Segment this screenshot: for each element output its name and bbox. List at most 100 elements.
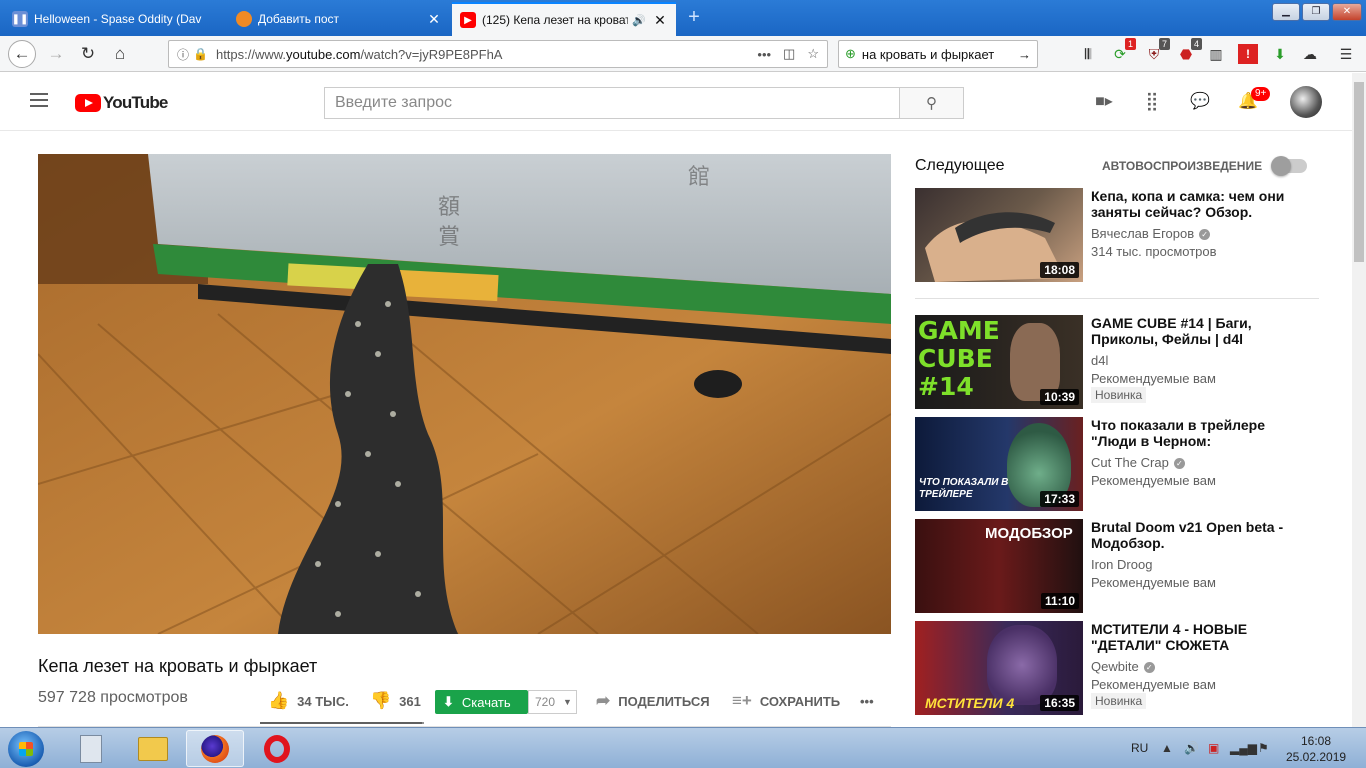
download-button[interactable]: ⬇ Скачать — [435, 690, 528, 714]
speaker-icon[interactable]: 🔊 — [632, 14, 646, 27]
reload-button[interactable]: ↻ — [74, 40, 102, 68]
share-button[interactable]: ➦ ПОДЕЛИТЬСЯ — [596, 690, 710, 712]
recommended-video[interactable]: МСТИТЕЛИ 4 16:35 МСТИТЕЛИ 4 - НОВЫЕ "ДЕТ… — [915, 621, 1325, 715]
tab-close-icon[interactable]: ✕ — [652, 12, 668, 29]
quality-value: 720 — [535, 695, 556, 709]
language-indicator[interactable]: RU — [1131, 741, 1148, 755]
search-go-icon[interactable]: → — [1018, 47, 1031, 62]
youtube-logo[interactable]: YouTube — [75, 93, 168, 113]
home-button[interactable]: ⌂ — [106, 40, 134, 68]
video-meta: Рекомендуемые вам — [1091, 677, 1216, 692]
info-icon[interactable]: ⓘ — [177, 46, 189, 63]
bookmark-star-icon[interactable]: ☆ — [807, 46, 819, 62]
sync-icon[interactable]: ☁ — [1300, 44, 1320, 64]
start-button[interactable] — [8, 731, 44, 767]
channel-name[interactable]: Вячеслав Егоров ✓ — [1091, 226, 1211, 241]
video-thumbnail[interactable]: 18:08 — [915, 188, 1083, 282]
browser-search-field[interactable]: ⊕ на кровать и фыркает → — [838, 40, 1038, 68]
extension-badge: 1 — [1124, 38, 1136, 50]
browser-nav-bar: ← → ↻ ⌂ ⓘ 🔒 https://www.youtube.com/watc… — [0, 36, 1366, 72]
thumbs-down-icon: 👎 — [370, 691, 392, 710]
channel-name[interactable]: d4l — [1091, 353, 1108, 368]
network-error-icon[interactable]: ▣ — [1208, 741, 1219, 755]
video-thumbnail[interactable]: МСТИТЕЛИ 4 16:35 — [915, 621, 1083, 715]
recommended-title[interactable]: МСТИТЕЛИ 4 - НОВЫЕ "ДЕТАЛИ" СЮЖЕТА — [1091, 621, 1291, 653]
recommended-video[interactable]: GAME CUBE #14 10:39 GAME CUBE #14 | Баги… — [915, 315, 1325, 409]
taskbar-explorer[interactable] — [124, 730, 182, 767]
video-duration: 16:35 — [1040, 695, 1079, 711]
new-tab-button[interactable]: + — [682, 6, 706, 30]
channel-name[interactable]: Qewbite ✓ — [1091, 659, 1155, 674]
save-button[interactable]: ≡+ СОХРАНИТЬ — [732, 690, 840, 712]
address-bar[interactable]: ⓘ 🔒 https://www.youtube.com/watch?v=jyR9… — [168, 40, 828, 68]
apps-grid-icon[interactable]: ⣿ — [1140, 89, 1164, 113]
download-label: Скачать — [461, 694, 511, 710]
verified-check-icon: ✓ — [1173, 458, 1185, 469]
signal-icon[interactable]: ▂▄▆ — [1230, 741, 1257, 755]
tab-helloween[interactable]: ❚❚ Helloween - Spase Oddity (Dav — [4, 2, 226, 36]
clock[interactable]: 16:08 25.02.2019 — [1286, 733, 1346, 765]
chevron-down-icon: ▼ — [563, 697, 572, 707]
recommended-title[interactable]: Кепа, копа и самка: чем они заняты сейча… — [1091, 188, 1291, 220]
download-helper-icon[interactable]: ⬇ — [1270, 44, 1290, 64]
video-thumbnail[interactable]: МОДОБЗОР 11:10 — [915, 519, 1083, 613]
pause-icon: ❚❚ — [12, 11, 28, 27]
close-window-button[interactable]: ✕ — [1332, 3, 1362, 21]
sidebar-icon[interactable]: ▥ — [1206, 44, 1226, 64]
sentiment-bar — [260, 722, 424, 724]
channel-name[interactable]: Cut The Crap ✓ — [1091, 455, 1185, 470]
back-button[interactable]: ← — [8, 40, 36, 68]
adblock-icon[interactable]: ⬣ 4 — [1176, 38, 1202, 64]
recommended-video[interactable]: ЧТО ПОКАЗАЛИ В ТРЕЙЛЕРЕ 17:33 Что показа… — [915, 417, 1325, 511]
thumbnail-text: ЧТО ПОКАЗАЛИ В ТРЕЙЛЕРЕ — [919, 477, 1009, 500]
video-duration: 18:08 — [1040, 262, 1079, 278]
forward-button[interactable]: → — [42, 40, 70, 68]
minimize-button[interactable]: ▁ — [1272, 3, 1300, 21]
autoplay-toggle[interactable] — [1271, 156, 1307, 176]
page-scrollbar-thumb[interactable] — [1354, 82, 1364, 262]
action-center-icon[interactable]: ⚑ — [1258, 741, 1269, 755]
recommended-title[interactable]: Brutal Doom v21 Open beta - Модобзор. — [1091, 519, 1291, 551]
avatar[interactable] — [1290, 86, 1322, 118]
tray-expand-icon[interactable]: ▲ — [1161, 741, 1173, 755]
quality-select[interactable]: 720 ▼ — [528, 690, 577, 714]
video-thumbnail[interactable]: GAME CUBE #14 10:39 — [915, 315, 1083, 409]
youtube-search-input[interactable]: Введите запрос — [324, 87, 900, 119]
video-thumbnail[interactable]: ЧТО ПОКАЗАЛИ В ТРЕЙЛЕРЕ 17:33 — [915, 417, 1083, 511]
create-video-icon[interactable]: ■▸ — [1092, 89, 1116, 113]
thumbnail-text: GAME CUBE #14 — [918, 316, 1000, 401]
channel-name[interactable]: Iron Droog — [1091, 557, 1152, 572]
messages-icon[interactable]: 💬 — [1188, 89, 1212, 113]
library-icon[interactable]: 𝄃𝄃 — [1078, 44, 1098, 64]
ublock-icon[interactable]: ⛨ 7 — [1144, 38, 1170, 64]
tab-add-post[interactable]: Добавить пост ✕ — [228, 2, 450, 36]
extension-icon[interactable]: ⟳ 1 — [1110, 38, 1136, 64]
maximize-button[interactable]: ❐ — [1302, 3, 1330, 21]
recommended-video[interactable]: МОДОБЗОР 11:10 Brutal Doom v21 Open beta… — [915, 519, 1325, 613]
youtube-favicon-icon: ▶ — [460, 12, 476, 28]
extension-badge: 7 — [1158, 38, 1170, 50]
volume-icon[interactable]: 🔊 — [1184, 741, 1199, 755]
youtube-search-button[interactable]: ⚲ — [899, 87, 964, 119]
video-player[interactable]: 額賞 館 — [38, 154, 891, 634]
alert-extension-icon[interactable]: ! — [1238, 44, 1258, 64]
taskbar-opera[interactable] — [248, 730, 306, 767]
recommended-title[interactable]: Что показали в трейлере "Люди в Черном: — [1091, 417, 1291, 449]
taskbar-calculator[interactable] — [62, 730, 120, 767]
like-button[interactable]: 👍 34 ТЫС. — [268, 690, 349, 712]
thumbnail-text: МОДОБЗОР — [985, 525, 1073, 542]
taskbar-firefox[interactable] — [186, 730, 244, 767]
recommended-video[interactable]: 18:08 Кепа, копа и самка: чем они заняты… — [915, 188, 1325, 282]
more-actions-button[interactable]: ••• — [860, 690, 874, 712]
site-favicon-icon — [236, 11, 252, 27]
tab-youtube-video[interactable]: ▶ (125) Кепа лезет на кровать и фыркает … — [452, 2, 676, 36]
menu-icon[interactable]: ☰ — [1336, 44, 1356, 64]
pocket-icon[interactable]: ◫ — [783, 46, 795, 62]
folder-icon — [138, 736, 168, 761]
url-text[interactable]: https://www.youtube.com/watch?v=jyR9PE8P… — [216, 47, 757, 62]
dislike-button[interactable]: 👎 361 — [370, 690, 421, 712]
tab-close-icon[interactable]: ✕ — [426, 11, 442, 28]
recommended-title[interactable]: GAME CUBE #14 | Баги, Приколы, Фейлы | d… — [1091, 315, 1291, 347]
guide-menu-icon[interactable] — [30, 93, 48, 107]
page-actions-icon[interactable]: ••• — [757, 47, 771, 62]
